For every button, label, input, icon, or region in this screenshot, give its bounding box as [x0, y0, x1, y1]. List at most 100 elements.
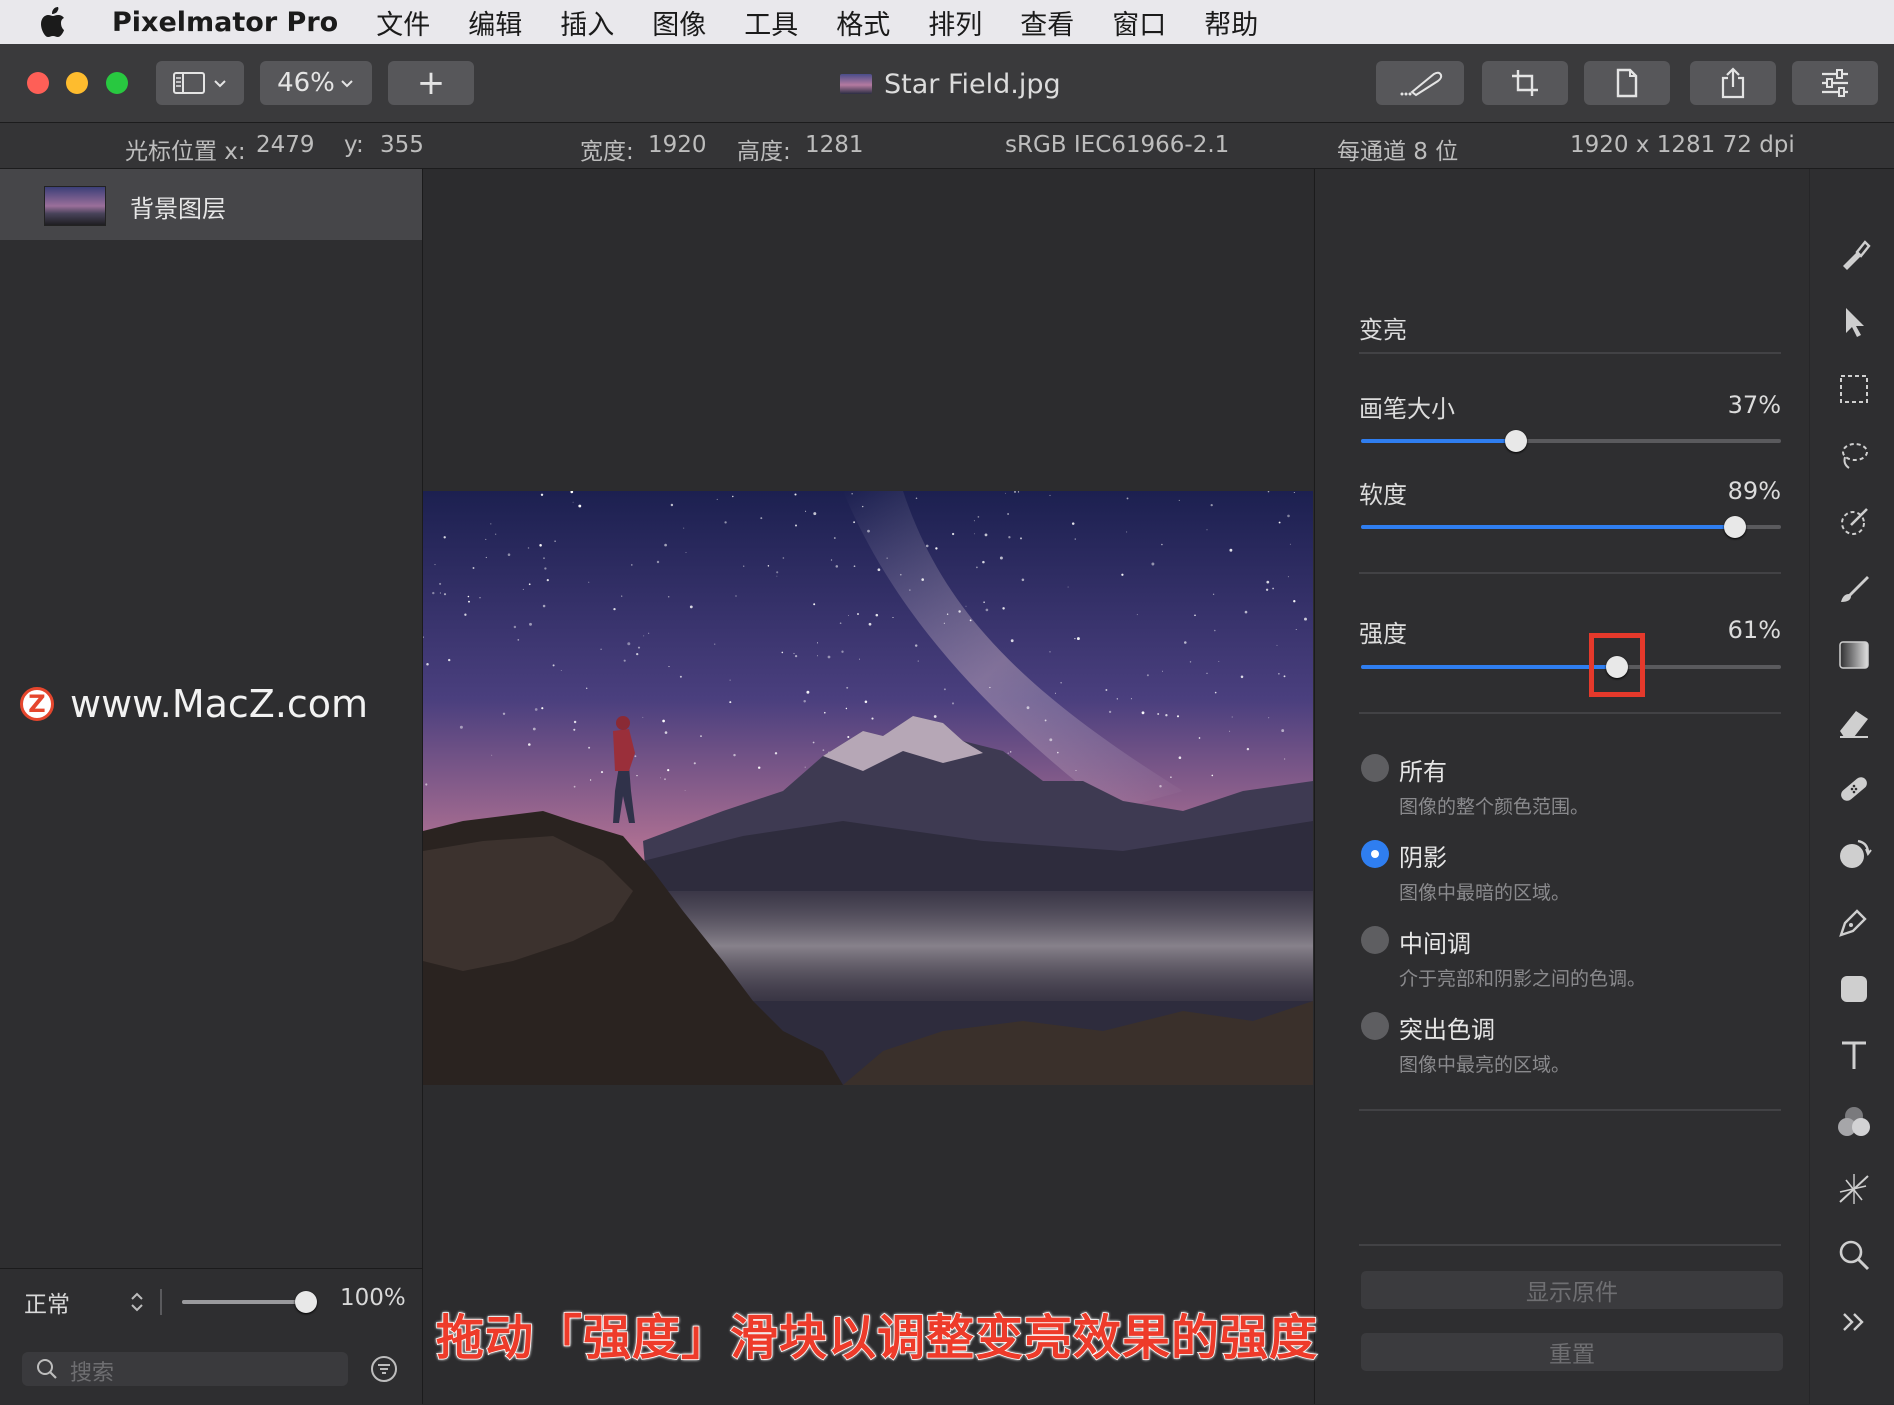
range-highlights-desc: 图像中最亮的区域。 — [1399, 1054, 1571, 1076]
star-field-photo[interactable] — [423, 491, 1313, 1085]
brush-size-slider-knob[interactable] — [1505, 430, 1528, 452]
blend-mode-value: 正常 — [24, 1292, 70, 1318]
strength-slider[interactable] — [1361, 633, 1781, 697]
filter-icon[interactable] — [370, 1355, 398, 1383]
strength-highlight-box — [1589, 633, 1646, 697]
reset-button[interactable]: 重置 — [1361, 1333, 1783, 1371]
menu-window[interactable]: 窗口 — [1112, 3, 1166, 42]
range-all-desc: 图像的整个颜色范围。 — [1399, 796, 1590, 818]
close-window-button[interactable] — [27, 72, 49, 94]
menu-format[interactable]: 格式 — [836, 3, 890, 42]
strength-label: 强度 — [1359, 620, 1407, 648]
menu-insert[interactable]: 插入 — [560, 3, 614, 42]
menu-view[interactable]: 查看 — [1020, 3, 1074, 42]
add-button[interactable]: + — [388, 61, 474, 105]
adjustments-button[interactable] — [1792, 61, 1878, 105]
arrow-icon[interactable] — [1834, 302, 1874, 342]
layer-search-placeholder: 搜索 — [70, 1361, 115, 1386]
pen-icon[interactable] — [1834, 902, 1874, 942]
separator — [1359, 352, 1781, 354]
range-midtones-radio[interactable] — [1361, 926, 1389, 954]
menu-file[interactable]: 文件 — [376, 3, 430, 42]
layer-thumbnail — [44, 186, 106, 226]
opacity-slider[interactable] — [182, 1291, 317, 1313]
share-icon — [1721, 67, 1745, 99]
softness-slider-knob[interactable] — [1723, 516, 1746, 538]
blend-mode-select[interactable]: 正常 — [24, 1285, 70, 1319]
range-midtones-desc: 介于亮部和阴影之间的色调。 — [1399, 968, 1647, 990]
range-midtones-title: 中间调 — [1399, 930, 1471, 958]
add-icon: + — [416, 63, 446, 103]
zoom-window-button[interactable] — [106, 72, 128, 94]
tools-sidebar — [1809, 169, 1894, 1404]
more-icon[interactable] — [1834, 1302, 1874, 1342]
canvas-area[interactable] — [423, 169, 1313, 1404]
height-value: 1281 — [805, 132, 864, 158]
cursor-x-label: 光标位置 x: — [125, 139, 246, 165]
document-title-text: Star Field.jpg — [884, 68, 1061, 100]
sidebar-toggle-button[interactable] — [156, 61, 244, 105]
document-thumbnail — [840, 74, 872, 94]
updown-chevron-icon[interactable] — [128, 1289, 146, 1315]
gradient-icon[interactable] — [1834, 635, 1874, 675]
document-button[interactable] — [1584, 61, 1670, 105]
opacity-slider-fill — [182, 1300, 306, 1304]
minimize-window-button[interactable] — [66, 72, 88, 94]
menu-tools[interactable]: 工具 — [744, 3, 798, 42]
image-info-bar: 光标位置 x: 2479 y: 355 宽度: 1920 高度: 1281 sR… — [0, 123, 1894, 169]
cursor-x-value: 2479 — [256, 132, 315, 158]
search-icon — [37, 1359, 57, 1379]
range-highlights-radio[interactable] — [1361, 1012, 1389, 1040]
separator — [1359, 1109, 1781, 1111]
crop-button[interactable] — [1482, 61, 1568, 105]
zoom-level-value: 46% — [277, 68, 335, 98]
chevron-down-icon — [341, 80, 353, 88]
marquee-icon[interactable] — [1834, 369, 1874, 409]
layer-search-field[interactable]: 搜索 — [22, 1352, 348, 1386]
paint-brush-icon[interactable] — [1834, 235, 1874, 275]
watermark: Z www.MacZ.com — [20, 682, 368, 726]
watermark-badge: Z — [20, 687, 54, 721]
softness-slider[interactable] — [1361, 516, 1781, 538]
bandage-icon[interactable] — [1834, 769, 1874, 809]
menu-edit[interactable]: 编辑 — [468, 3, 522, 42]
color-adjust-icon[interactable] — [1834, 1102, 1874, 1142]
eraser-icon[interactable] — [1834, 702, 1874, 742]
zoom-icon[interactable] — [1834, 1235, 1874, 1275]
document-title: Star Field.jpg — [840, 66, 1061, 102]
brush-icon[interactable] — [1834, 569, 1874, 609]
lighten-icon[interactable] — [1834, 835, 1874, 875]
range-all-radio[interactable] — [1361, 754, 1389, 782]
separator — [1359, 712, 1781, 714]
retouch-tools-button[interactable] — [1376, 61, 1464, 105]
menu-help[interactable]: 帮助 — [1204, 3, 1258, 42]
brush-size-slider[interactable] — [1361, 430, 1781, 452]
opacity-slider-knob[interactable] — [295, 1291, 317, 1313]
range-shadows-desc: 图像中最暗的区域。 — [1399, 882, 1571, 904]
show-original-button[interactable]: 显示原件 — [1361, 1271, 1783, 1309]
sidebar-icon — [173, 72, 205, 94]
bit-depth: 每通道 8 位 — [1337, 139, 1459, 165]
zoom-level-dropdown[interactable]: 46% — [260, 61, 372, 105]
softness-label: 软度 — [1359, 481, 1407, 509]
crop-icon — [1512, 70, 1538, 96]
magic-wand-icon[interactable] — [1834, 502, 1874, 542]
paintbrush-icon — [1400, 71, 1443, 97]
menu-arrange[interactable]: 排列 — [928, 3, 982, 42]
effects-icon[interactable] — [1834, 1169, 1874, 1209]
lasso-icon[interactable] — [1834, 435, 1874, 475]
separator — [1359, 1244, 1781, 1246]
cursor-y-value: 355 — [380, 132, 424, 158]
share-button[interactable] — [1690, 61, 1776, 105]
window-toolbar: 46% + Star Field.jpg — [0, 44, 1894, 123]
shape-icon[interactable] — [1834, 969, 1874, 1009]
menu-app-name[interactable]: Pixelmator Pro — [112, 7, 338, 38]
menu-image[interactable]: 图像 — [652, 3, 706, 42]
type-icon[interactable] — [1834, 1035, 1874, 1075]
menu-bar: Pixelmator Pro 文件 编辑 插入 图像 工具 格式 排列 查看 窗… — [0, 0, 1894, 44]
softness-slider-fill — [1361, 525, 1735, 529]
softness-value: 89% — [1727, 477, 1781, 505]
layer-row[interactable]: 背景图层 — [0, 169, 422, 240]
range-shadows-radio[interactable] — [1361, 840, 1389, 868]
apple-icon[interactable] — [40, 7, 74, 37]
